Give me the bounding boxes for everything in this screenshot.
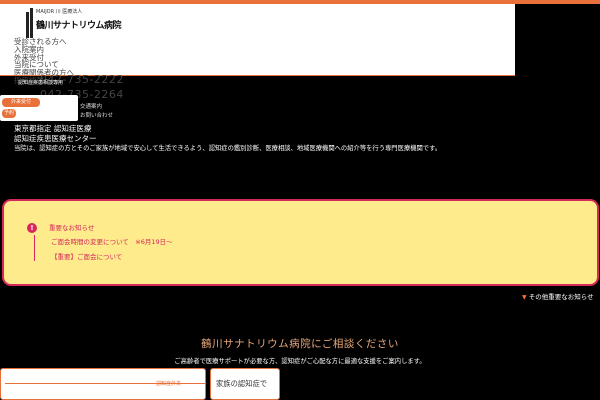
alert-icon: ! (27, 223, 37, 233)
outpatient-button[interactable]: 外来受付 (2, 98, 40, 107)
hospital-logo[interactable]: MAIJOR 川 医療法人 鶴川サナトリウム病院 (26, 6, 122, 40)
logo-subtitle: MAIJOR 川 医療法人 (36, 9, 83, 15)
logo-mark (30, 8, 33, 38)
intro-heading: 東京都指定 認知症医療 (14, 124, 92, 133)
card-title: 家族の認知症で (216, 379, 268, 388)
service-card-outpatient[interactable]: 認知症外来 (0, 368, 206, 400)
important-notice-box: ! 重要なお知らせ ご面会時間の変更について ※6月19日〜 【重要】ご面会につ… (2, 199, 599, 286)
intro-text: 当院は、認知症の方とそのご家族が地域で安心して生活できるよう、認知症の鑑別診断、… (14, 145, 442, 152)
quick-links-panel: 外来受付 予約 (0, 95, 78, 121)
more-notices-link[interactable]: ▼ その他重要なお知らせ (522, 291, 594, 301)
intro-subheading: 認知症疾患医療センター (14, 134, 97, 143)
notice-divider (34, 235, 35, 261)
access-link[interactable]: 交通案内 (80, 102, 102, 110)
triangle-down-icon: ▼ (522, 294, 527, 301)
phone-label: 認知症疾患相談専用 (18, 80, 64, 86)
intro-section: 東京都指定 認知症医療 認知症疾患医療センター 当院は、認知症の方とそのご家族が… (14, 124, 441, 154)
more-notices-label: その他重要なお知らせ (528, 293, 594, 301)
contact-link[interactable]: お問い合わせ (80, 111, 113, 119)
logo-mark (26, 12, 29, 38)
reservation-button[interactable]: 予約 (2, 109, 16, 118)
service-card-family[interactable]: 家族の認知症で (210, 368, 280, 400)
card-title: 認知症外来 (156, 381, 182, 387)
notice-link-visiting-hours[interactable]: ご面会時間の変更について ※6月19日〜 (51, 236, 173, 246)
logo-title: 鶴川サナトリウム病院 (36, 21, 122, 31)
consult-text: ご高齢者で医療サポートが必要な方、認知症がご心配な方に最適な支援をご案内します。 (174, 358, 426, 365)
notice-title: 重要なお知らせ (49, 224, 95, 232)
site-header: MAIJOR 川 医療法人 鶴川サナトリウム病院 受診される方へ 入院案内 外来… (0, 4, 515, 84)
notice-link-visiting[interactable]: 【重要】ご面会について (51, 251, 122, 261)
consult-title: 鶴川サナトリウム病院にご相談ください (201, 338, 399, 350)
